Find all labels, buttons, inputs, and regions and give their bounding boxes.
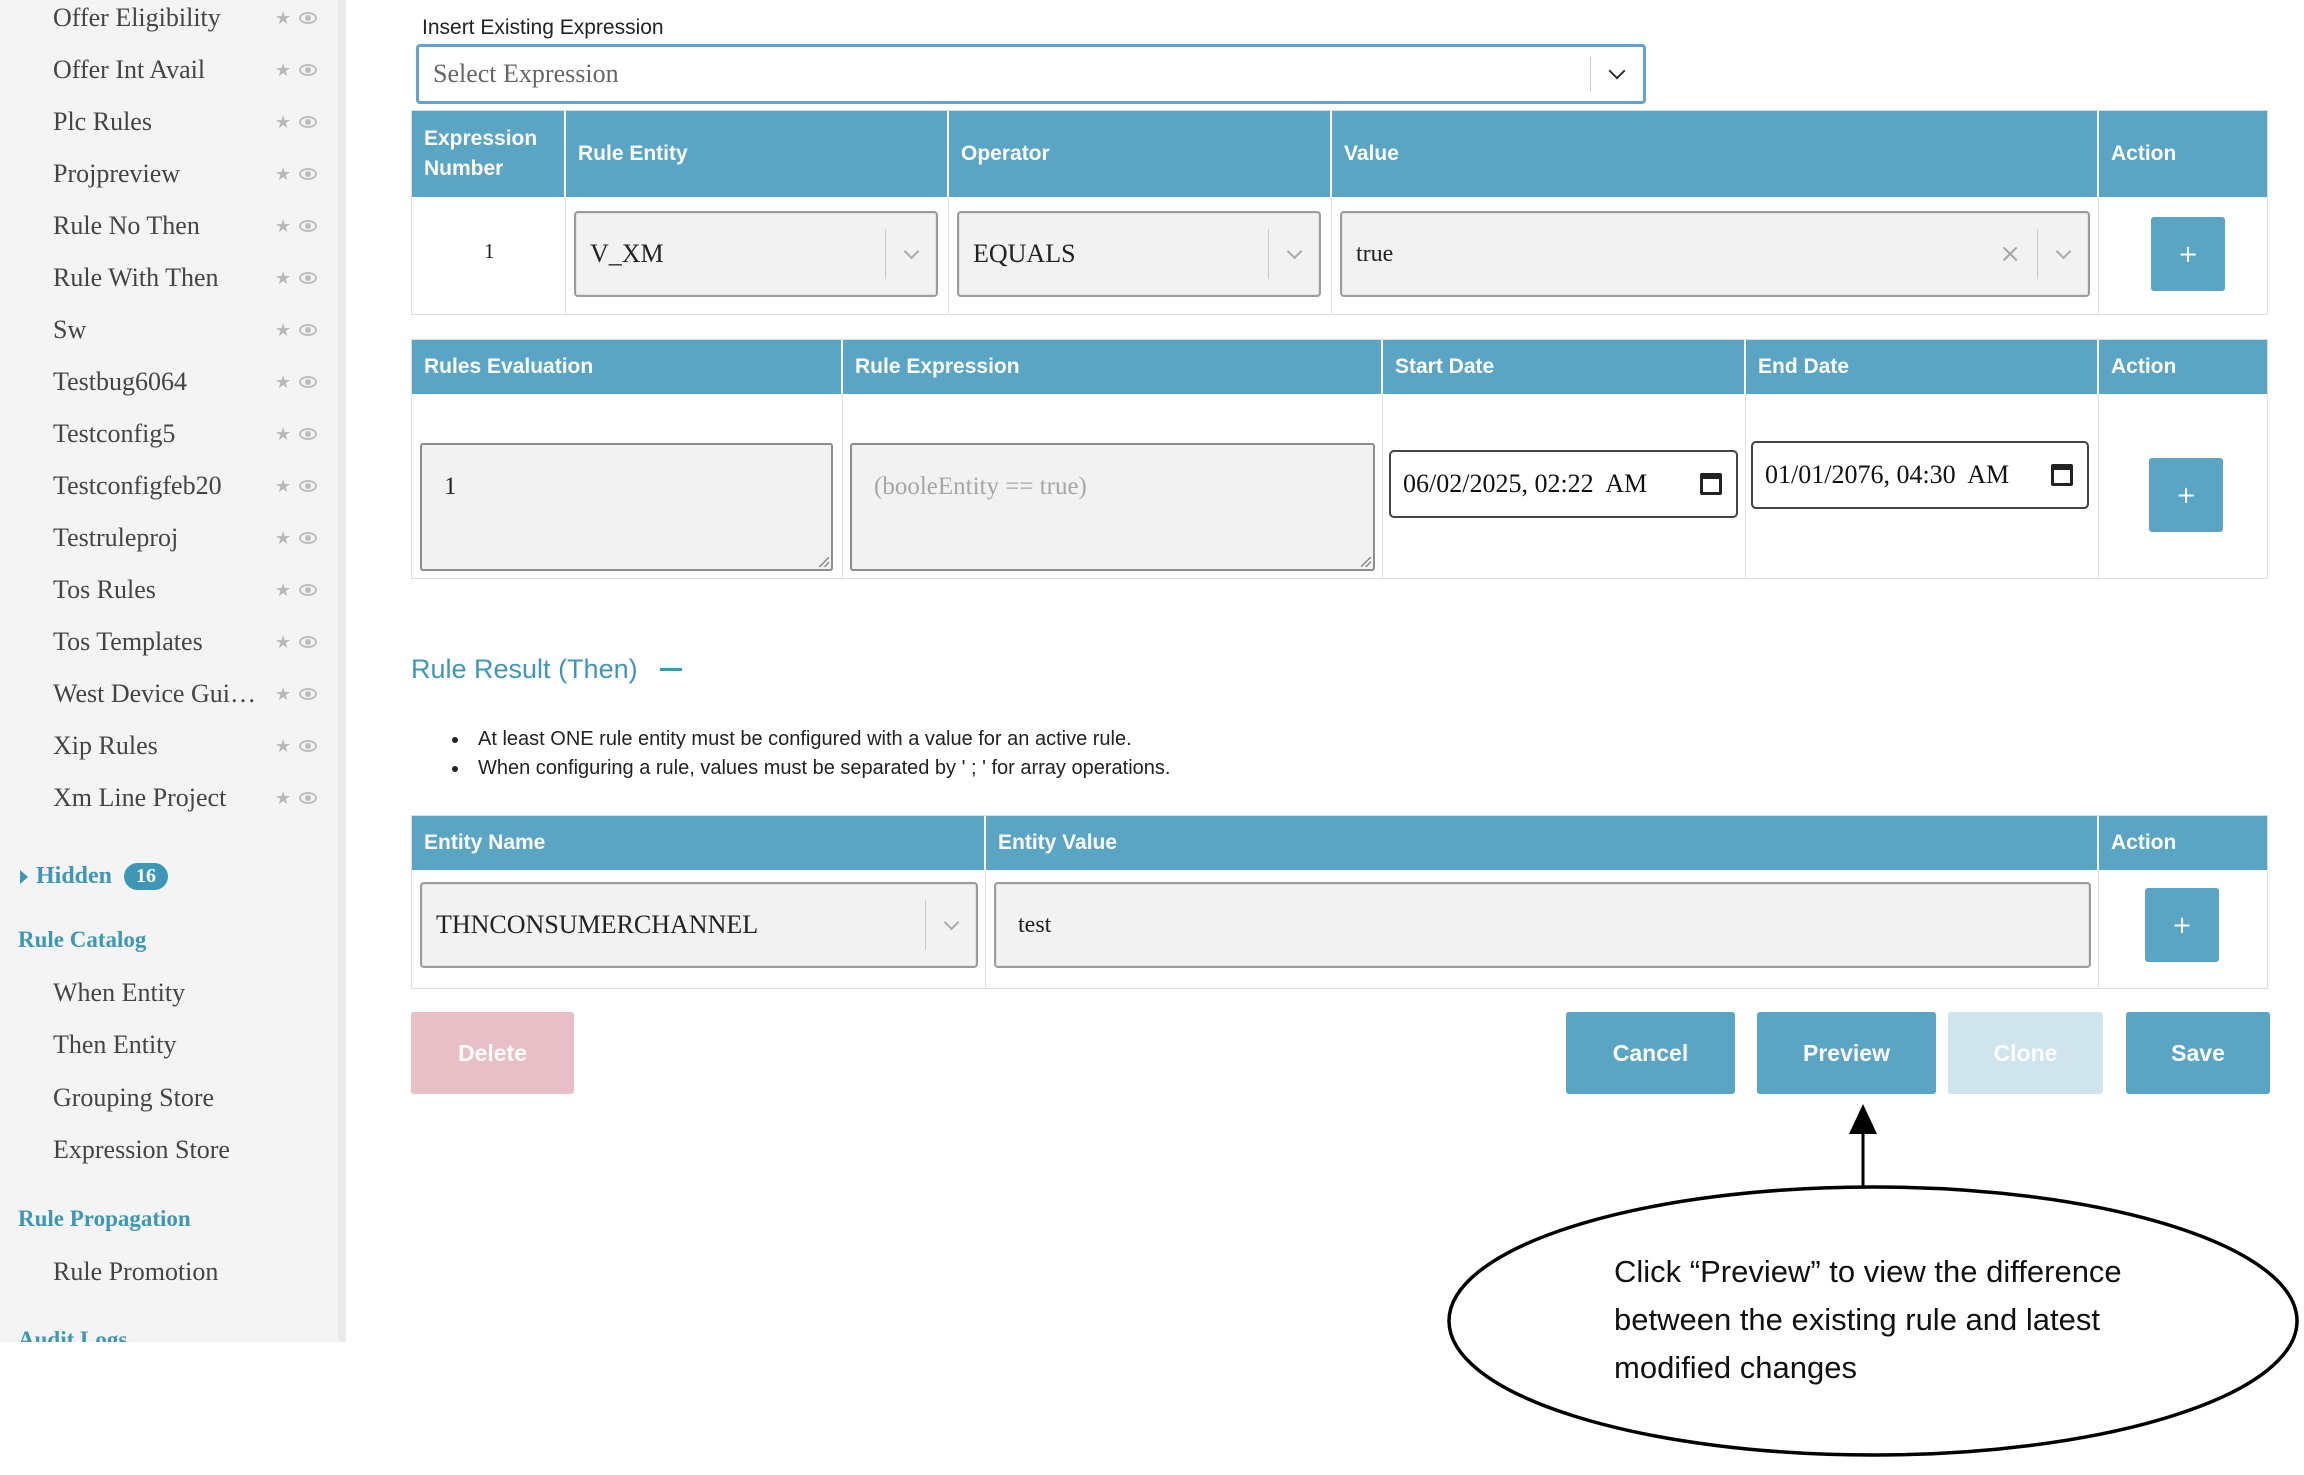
annotation-callout-text: Click “Preview” to view the difference b… <box>1614 1254 2122 1385</box>
annotation-arrow-head <box>1849 1104 1877 1134</box>
